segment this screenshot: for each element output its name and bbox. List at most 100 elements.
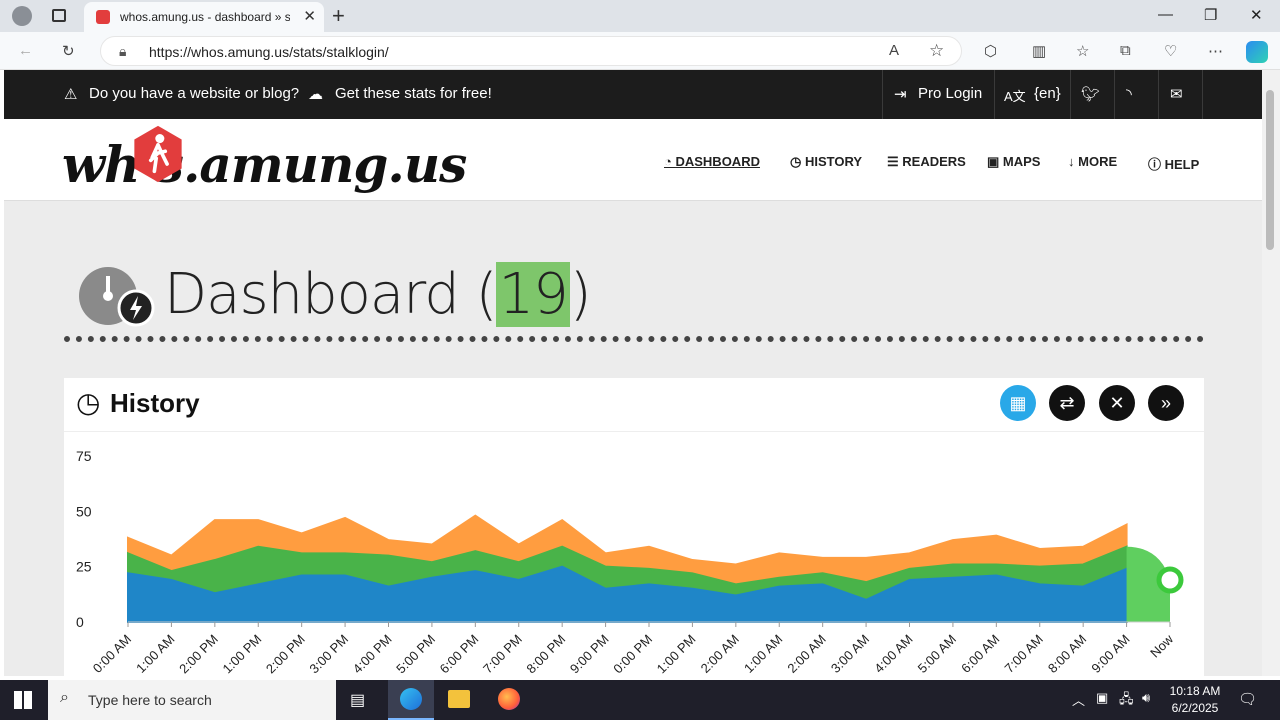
promo-topbar: ⚠ Do you have a website or blog? ☁ Get t…: [4, 70, 1262, 119]
x-tick-label: 0:00 PM: [610, 632, 655, 676]
list-icon: ☰: [887, 154, 903, 169]
visitor-count: 19: [496, 262, 570, 327]
login-icon: ⇥: [894, 86, 907, 103]
clock-time: 10:18 AM: [1169, 684, 1221, 698]
notifications-icon[interactable]: 🗨︎: [1238, 690, 1257, 708]
promo-cta-link[interactable]: Get these stats for free!: [335, 85, 492, 102]
tray-chevron-icon[interactable]: ︿: [1072, 690, 1085, 709]
settings-more-icon[interactable]: ⋯: [1208, 42, 1223, 60]
x-tick-label: 1:00 PM: [220, 632, 265, 676]
back-icon[interactable]: ←: [18, 42, 33, 59]
cloud-download-icon: ☁: [308, 86, 323, 103]
edge-icon: [400, 688, 422, 710]
menu-more[interactable]: ↓ MORE: [1068, 154, 1117, 169]
lock-icon[interactable]: 🔒︎: [119, 43, 126, 60]
x-tick-label: Now: [1147, 631, 1176, 660]
reload-icon[interactable]: ↻: [62, 42, 75, 60]
x-tick-label: 8:00 PM: [523, 632, 568, 676]
x-tick-label: 2:00 PM: [263, 632, 308, 676]
tab-title: whos.amung.us - dashboard » st: [120, 10, 290, 24]
separator: [1202, 70, 1203, 119]
card-divider: [64, 431, 1204, 432]
history-chart: 75502500:00 AM 1:00 AM2:00 PM1:00 PM2:00 …: [76, 448, 1184, 676]
x-tick-label: 0:00 AM: [90, 632, 134, 676]
firefox-icon[interactable]: [498, 688, 520, 710]
browser-tab[interactable]: whos.amung.us - dashboard » st ✕: [84, 2, 324, 32]
history-title: History: [110, 388, 200, 418]
walking-person-icon: [134, 125, 182, 183]
email-icon[interactable]: ✉: [1170, 85, 1183, 103]
x-tick-label: 8:00 AM: [1045, 632, 1089, 676]
task-view-icon[interactable]: ▤: [350, 690, 365, 710]
restore-icon[interactable]: ❐: [1204, 6, 1217, 24]
windows-taskbar: ⌕ Type here to search ▤ ︿ ▣ 🖧︎ 🔊︎ 10:18 …: [0, 680, 1280, 720]
favorites-icon[interactable]: ☆: [1076, 42, 1089, 60]
extensions-icon[interactable]: ⬡: [984, 42, 997, 60]
file-explorer-icon[interactable]: [448, 690, 470, 708]
profile-icon[interactable]: [12, 6, 32, 26]
separator: [994, 70, 995, 119]
separator: [1070, 70, 1071, 119]
search-placeholder: Type here to search: [88, 692, 212, 708]
favorite-star-icon[interactable]: ☆: [929, 41, 944, 61]
menu-dashboard[interactable]: ◔ DASHBOARD: [664, 154, 760, 169]
browser-essentials-icon[interactable]: ♡: [1164, 42, 1177, 60]
page-scrollbar[interactable]: [1262, 70, 1280, 676]
tab-close-icon[interactable]: ✕: [303, 7, 316, 25]
rss-icon[interactable]: ◝: [1126, 85, 1132, 103]
x-tick-label: 1:00 PM: [654, 632, 699, 676]
map-icon: ▣: [987, 154, 1003, 169]
split-screen-icon[interactable]: ▥: [1032, 42, 1046, 60]
calendar-button[interactable]: ▦: [1000, 385, 1036, 421]
separator: [1158, 70, 1159, 119]
taskbar-search[interactable]: ⌕ Type here to search: [48, 680, 336, 720]
x-tick-label: 7:00 AM: [1002, 632, 1046, 676]
twitter-icon[interactable]: 🐦︎: [1081, 85, 1100, 103]
close-window-icon[interactable]: ✕: [1250, 6, 1263, 24]
refresh-button[interactable]: ⇄: [1049, 385, 1085, 421]
menu-history[interactable]: ◷ HISTORY: [790, 154, 862, 170]
translate-icon: A文: [1004, 89, 1026, 104]
expand-button[interactable]: »: [1148, 385, 1184, 421]
tab-actions-icon[interactable]: [52, 9, 66, 22]
y-tick-label: 0: [76, 614, 84, 630]
menu-readers[interactable]: ☰ READERS: [887, 154, 966, 170]
arrow-down-icon: ↓: [1068, 154, 1079, 169]
language-selector[interactable]: {en}: [1034, 85, 1061, 102]
minimize-icon[interactable]: —: [1158, 6, 1173, 23]
page-title: Dashboard (19): [164, 262, 592, 327]
menu-maps[interactable]: ▣ MAPS: [987, 154, 1040, 170]
promo-question[interactable]: Do you have a website or blog?: [89, 85, 299, 102]
site-favicon-icon: [96, 10, 110, 24]
tray-app-icon[interactable]: ▣: [1096, 690, 1108, 706]
x-tick-label: 7:00 PM: [480, 632, 525, 676]
mute-alerts-button[interactable]: ✕: [1099, 385, 1135, 421]
scrollbar-thumb[interactable]: [1266, 90, 1274, 250]
collections-icon[interactable]: ⧉: [1120, 42, 1131, 59]
address-bar[interactable]: 🔒︎ https://whos.amung.us/stats/stalklogi…: [100, 36, 962, 66]
new-tab-icon[interactable]: +: [332, 3, 345, 29]
menu-help[interactable]: ⓘ HELP: [1148, 154, 1199, 173]
dashboard-icon: ◔: [664, 154, 676, 169]
copilot-icon[interactable]: [1246, 41, 1268, 63]
x-tick-label: 9:00 PM: [567, 632, 612, 676]
network-icon[interactable]: 🖧︎: [1119, 690, 1134, 712]
y-tick-label: 50: [76, 503, 92, 519]
browser-toolbar: ← ↻ 🔒︎ https://whos.amung.us/stats/stalk…: [0, 32, 1280, 70]
x-tick-label: 1:00 AM: [741, 632, 785, 676]
now-marker[interactable]: [1156, 566, 1184, 594]
pro-login-link[interactable]: Pro Login: [918, 85, 982, 102]
history-card: ◷ History ▦ ⇄ ✕ » 75 50 25 0 0:00 AM 1:00 AM 2…: [64, 378, 1204, 676]
search-icon: ⌕: [60, 689, 69, 706]
x-tick-label: 4:00 AM: [871, 632, 915, 676]
x-tick-label: 9:00 AM: [1088, 632, 1132, 676]
x-tick-label: 4:00 PM: [350, 632, 395, 676]
tray-clock[interactable]: 10:18 AM 6/2/2025: [1160, 683, 1230, 717]
site-logo[interactable]: wh s.amung.us: [62, 135, 467, 194]
read-aloud-icon[interactable]: A: [889, 42, 899, 59]
windows-start-icon[interactable]: [14, 691, 32, 709]
dotted-divider: [64, 336, 1204, 342]
x-tick-label: 3:00 AM: [828, 632, 872, 676]
volume-icon[interactable]: 🔊︎: [1142, 690, 1150, 706]
clock-date: 6/2/2025: [1171, 701, 1219, 715]
